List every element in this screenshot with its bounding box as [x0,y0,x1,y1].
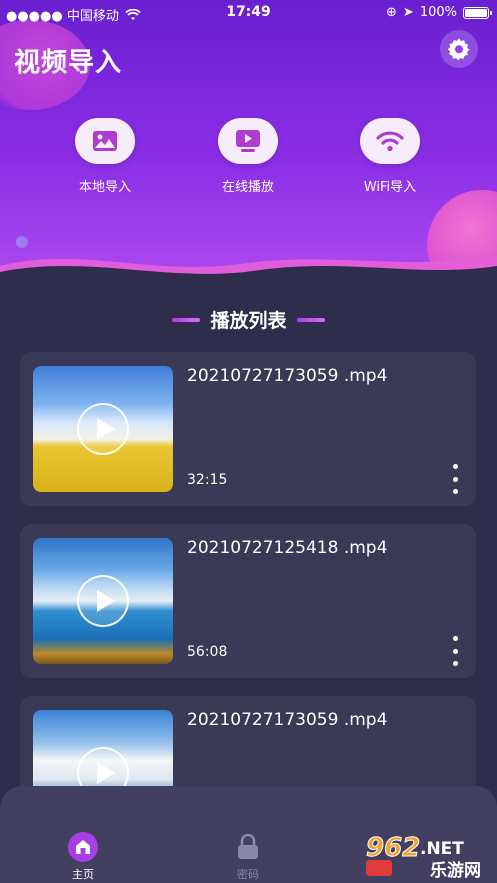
location-icon: ➤ [402,5,414,20]
local-import-label: 本地导入 [78,180,131,195]
status-bar: ●●●●● 中国移动 17:49 ⊕ ➤ 100% [0,0,497,26]
tab-password[interactable]: 密码 [208,832,288,882]
play-screen-icon [236,130,260,152]
more-options-icon[interactable] [445,636,465,666]
video-card[interactable]: 20210727173059 .mp4 32:15 [20,352,476,506]
wifi-icon [376,131,404,152]
settings-button[interactable] [440,30,478,68]
wifi-import-button[interactable]: WiFi导入 [330,118,450,195]
heading-decoration-left [172,317,201,322]
page-title: 视频导入 [14,48,123,78]
tab-home[interactable]: 主页 [43,832,123,882]
battery-percent: 100% [419,5,457,20]
heading-decoration-right [296,317,325,322]
home-icon [68,832,98,862]
online-play-pill[interactable] [218,118,278,164]
video-thumbnail[interactable] [33,366,173,492]
wifi-import-pill[interactable] [360,118,420,164]
battery-icon [463,6,492,19]
tab-home-label: 主页 [72,868,94,881]
video-filename: 20210727125418 .mp4 [187,538,388,558]
video-filename: 20210727173059 .mp4 [187,366,388,386]
video-duration: 32:15 [187,472,228,488]
online-play-label: 在线播放 [221,180,274,195]
watermark-number: 962 [366,833,420,863]
video-card[interactable]: 20210727125418 .mp4 56:08 [20,524,476,678]
header-wave [0,256,497,290]
watermark-suffix: .NET [420,839,464,859]
video-duration: 56:08 [187,644,228,660]
play-icon[interactable] [77,575,129,627]
image-icon [93,131,117,151]
site-watermark: 962 .NET 乐游网 [366,833,482,881]
playlist-title: 播放列表 [210,310,287,332]
more-options-icon[interactable] [445,464,465,494]
orientation-lock-icon: ⊕ [386,5,397,20]
gear-icon [447,38,470,61]
play-icon[interactable] [77,403,129,455]
local-import-button[interactable]: 本地导入 [45,118,165,195]
video-filename: 20210727173059 .mp4 [187,710,388,730]
local-import-pill[interactable] [75,118,135,164]
online-play-button[interactable]: 在线播放 [188,118,308,195]
wifi-import-label: WiFi导入 [363,180,417,195]
lock-icon [233,832,263,862]
tab-password-label: 密码 [237,868,259,881]
video-thumbnail[interactable] [33,538,173,664]
watermark-text: 乐游网 [430,860,481,880]
header-banner: ●●●●● 中国移动 17:49 ⊕ ➤ 100% 视频导入 本地导入 在线播放… [0,0,497,290]
playlist-heading: 播放列表 [0,306,497,333]
